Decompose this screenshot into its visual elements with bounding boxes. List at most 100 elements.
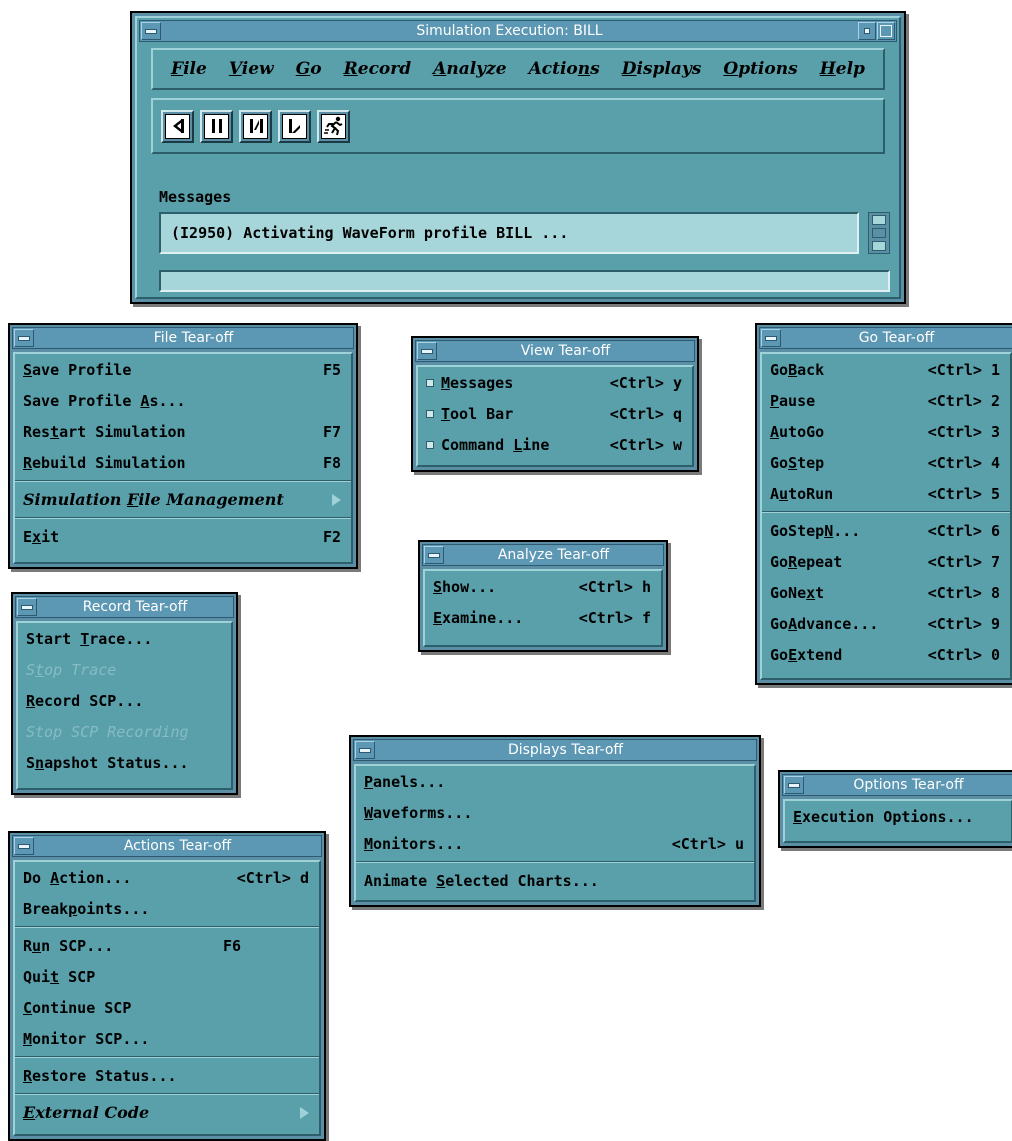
simulation-file-management-item[interactable]: Simulation File Management [15,484,351,515]
go-button[interactable] [278,109,311,143]
go-tear-off-title-bar[interactable]: Go Tear-off [759,327,1012,349]
minimize-button[interactable] [858,22,876,40]
record-tear-off-menu-button[interactable] [17,598,37,616]
menu-help[interactable]: Help [820,59,865,79]
displays-tear-off-menu-button[interactable] [355,741,375,759]
menu-record[interactable]: Record [344,59,412,79]
menu-displays-label: isplays [636,59,702,79]
execution-options-item[interactable]: Execution Options... [785,801,1011,832]
pause-button[interactable] [200,109,233,143]
external-code-item[interactable]: External Code [15,1097,319,1128]
item-text: ine [522,435,550,454]
actions-tear-off-menu-button[interactable] [14,837,34,855]
item-mnemonic: M [23,1029,33,1048]
item-accelerator: <Ctrl> 6 [927,521,1000,540]
save-profile-as-item[interactable]: Save Profile As... [15,385,351,416]
snapshot-status-item[interactable]: Snapshot Status... [18,747,231,778]
item-mnemonic: M [364,834,374,853]
item-text: it [41,527,60,546]
analyze-tear-off-title-bar[interactable]: Analyze Tear-off [422,544,664,566]
item-text: ave Profile [32,360,132,379]
menu-actions[interactable]: Actions [529,59,600,79]
go-back-item[interactable]: GoBack <Ctrl> 1 [762,354,1010,385]
item-text: R [23,936,33,955]
actions-tear-off-title-bar[interactable]: Actions Tear-off [12,835,322,857]
options-tear-off-menu-button[interactable] [784,776,804,794]
go-next-item[interactable]: GoNext <Ctrl> 8 [762,577,1010,608]
continue-scp-item[interactable]: Continue SCP [15,992,319,1023]
item-text: Go [770,552,789,571]
go-step-item[interactable]: GoStep <Ctrl> 4 [762,447,1010,478]
command-line-toggle-item[interactable]: Command Line <Ctrl> w [418,429,692,460]
analyze-tear-off-menu-button[interactable] [424,546,444,564]
tool-bar-toggle-item[interactable]: Tool Bar <Ctrl> q [418,398,692,429]
go-repeat-item[interactable]: GoRepeat <Ctrl> 7 [762,546,1010,577]
rebuild-simulation-item[interactable]: Rebuild Simulation F8 [15,447,351,478]
pause-item[interactable]: Pause <Ctrl> 2 [762,385,1010,416]
item-mnemonic: x [32,527,42,546]
record-scp-item[interactable]: Record SCP... [18,685,231,716]
item-text: Go [770,614,789,633]
scroll-down-arrow-icon[interactable] [872,241,886,251]
window-menu-button[interactable] [141,22,161,40]
breakpoints-item[interactable]: Breakpoints... [15,893,319,924]
exit-item[interactable]: Exit F2 [15,521,351,552]
displays-tear-off-title-bar[interactable]: Displays Tear-off [353,739,757,761]
item-mnemonic: R [23,1066,33,1085]
auto-run-item[interactable]: AutoRun <Ctrl> 5 [762,478,1010,509]
messages-toggle-item[interactable]: Messages <Ctrl> y [418,367,692,398]
go-back-button[interactable] [161,109,194,143]
monitors-item[interactable]: Monitors... <Ctrl> u [356,828,754,859]
quit-scp-item[interactable]: Quit SCP [15,961,319,992]
go-extend-item[interactable]: GoExtend <Ctrl> 0 [762,639,1010,670]
messages-scrollbar[interactable] [868,212,890,254]
auto-go-item[interactable]: AutoGo <Ctrl> 3 [762,416,1010,447]
title-bar[interactable]: Simulation Execution: BILL [139,20,897,42]
scroll-thumb[interactable] [872,228,886,238]
menu-view[interactable]: View [229,59,274,79]
menu-displays[interactable]: Displays [622,59,702,79]
messages-area[interactable]: (I2950) Activating WaveForm profile BILL… [159,212,859,254]
menu-options[interactable]: Options [723,59,797,79]
command-line-input[interactable] [159,270,890,292]
options-tear-off-title-bar[interactable]: Options Tear-off [782,774,1012,796]
scroll-up-arrow-icon[interactable] [872,215,886,225]
run-scp-item[interactable]: Run SCP... F6 [15,930,319,961]
file-tear-off-menu-button[interactable] [14,329,34,347]
save-profile-item[interactable]: Save Profile F5 [15,354,351,385]
item-accelerator: <Ctrl> 7 [927,552,1000,571]
do-action-item[interactable]: Do Action... <Ctrl> d [15,862,319,893]
separator [356,861,754,863]
go-tear-off-menu-button[interactable] [761,329,781,347]
file-tear-off-title-bar[interactable]: File Tear-off [12,327,354,349]
checkbox-icon [426,409,434,418]
record-tear-off-title-bar[interactable]: Record Tear-off [15,596,234,618]
menu-go[interactable]: Go [296,59,322,79]
panels-item[interactable]: Panels... [356,766,754,797]
waveforms-item[interactable]: Waveforms... [356,797,754,828]
maximize-button[interactable] [877,22,895,40]
menu-actions-label-end: s [590,59,600,79]
item-text: Go [770,453,789,472]
start-trace-item[interactable]: Start Trace... [18,623,231,654]
item-text: Res [23,422,51,441]
item-accelerator: F8 [322,453,341,472]
step-button[interactable] [239,109,272,143]
file-tear-off-items: Save Profile F5 Save Profile As... Restar… [13,352,353,564]
view-tear-off-menu-button[interactable] [417,342,437,360]
item-accelerator: <Ctrl> 5 [927,484,1000,503]
menu-analyze[interactable]: Analyze [433,59,506,79]
menu-file[interactable]: File [171,59,207,79]
show-item[interactable]: Show... <Ctrl> h [425,571,661,602]
auto-run-button[interactable] [317,109,350,143]
go-advance-item[interactable]: GoAdvance... <Ctrl> 9 [762,608,1010,639]
restart-simulation-item[interactable]: Restart Simulation F7 [15,416,351,447]
step-icon [243,113,268,139]
go-step-n-item[interactable]: GoStepN... <Ctrl> 6 [762,515,1010,546]
examine-item[interactable]: Examine... <Ctrl> f [425,602,661,633]
animate-selected-charts-item[interactable]: Animate Selected Charts... [356,865,754,896]
restore-status-item[interactable]: Restore Status... [15,1060,319,1091]
monitor-scp-item[interactable]: Monitor SCP... [15,1023,319,1054]
view-tear-off-title-bar[interactable]: View Tear-off [415,340,695,362]
item-text: GoNe [770,583,807,602]
